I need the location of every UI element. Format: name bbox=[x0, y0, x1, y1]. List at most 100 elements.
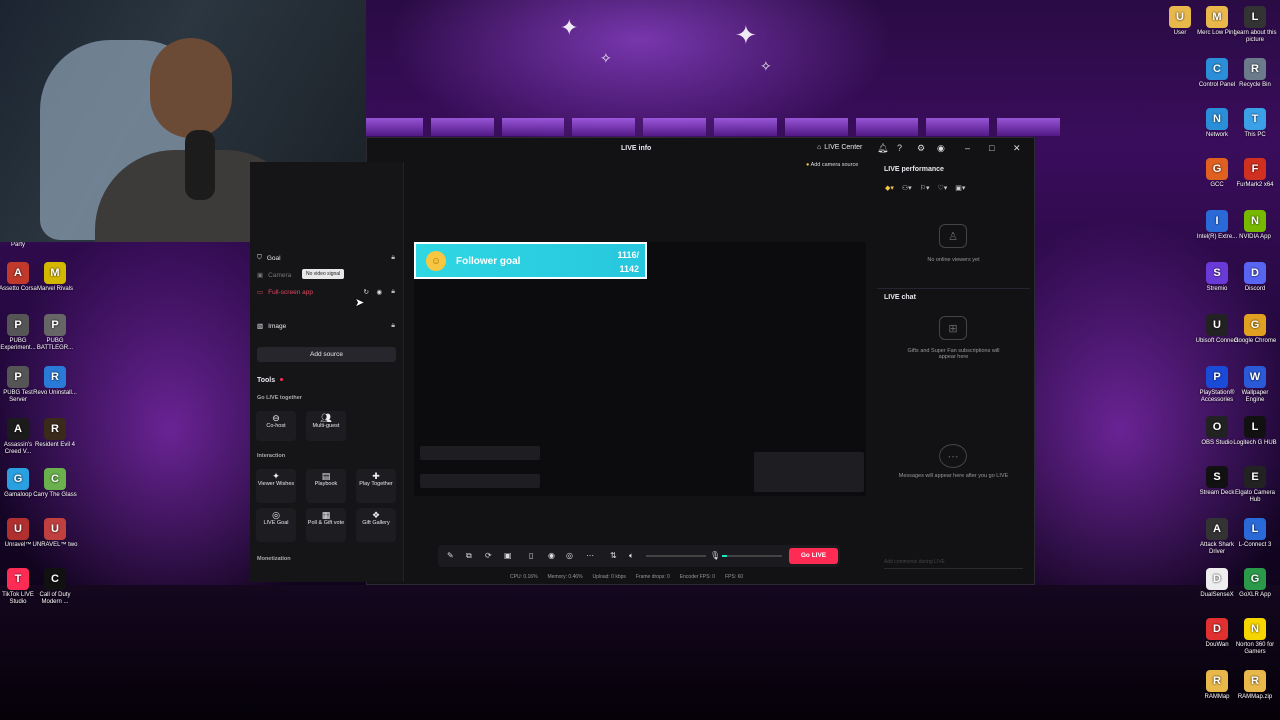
gift-icon[interactable]: ▣▾ bbox=[955, 184, 965, 192]
microphone bbox=[185, 130, 215, 200]
monitor-icon: ▭ bbox=[257, 289, 264, 296]
screen-icon[interactable]: ▣ bbox=[504, 551, 512, 560]
app-icon: D bbox=[1206, 618, 1228, 640]
lock-icon[interactable]: 🔒︎ bbox=[391, 254, 395, 262]
heart-icon[interactable]: ♡▾ bbox=[938, 184, 948, 192]
desktop-icon[interactable]: U UNRAVEL™ two bbox=[32, 518, 78, 549]
wallpaper-floor bbox=[0, 585, 1280, 720]
microphone-icon[interactable]: 🎙︎ bbox=[710, 551, 720, 560]
app-icon: C bbox=[44, 468, 66, 490]
tool-viewer-wishes[interactable]: ✦ Viewer Wishes bbox=[256, 469, 296, 503]
desktop-icon-label: Party bbox=[10, 242, 25, 248]
bulb-icon: ● bbox=[806, 162, 810, 168]
source-item-goal[interactable]: ⛉ Goal 🔒︎ bbox=[257, 252, 399, 264]
desktop-icon-label: Resident Evil 4 bbox=[34, 442, 76, 448]
desktop-icon[interactable]: M Marvel Rivals bbox=[32, 262, 78, 293]
source-item-full-screen-app[interactable]: ▭ Full-screen app ↻ ◉ 🔒︎ bbox=[257, 286, 399, 298]
tool-multi-guest[interactable]: 👥︎ Multi-guest bbox=[306, 411, 346, 441]
desktop-icon[interactable]: G Google Chrome bbox=[1232, 314, 1278, 345]
chat-input[interactable]: Add comments during LIVE bbox=[884, 559, 1023, 569]
medal-icon: ☺ bbox=[426, 251, 446, 271]
gear-icon[interactable]: ⚙ bbox=[917, 143, 925, 154]
desktop-icon-label: Discord bbox=[1244, 286, 1266, 292]
volume-slider[interactable] bbox=[646, 555, 706, 557]
desktop-icon[interactable]: R RAMMap.zip bbox=[1232, 670, 1278, 701]
effects-icon[interactable]: ⧉ bbox=[466, 551, 472, 561]
tool-live-goal[interactable]: ◎ LIVE Goal bbox=[256, 508, 296, 542]
phone-icon[interactable]: ▯ bbox=[529, 551, 533, 560]
desktop-icon[interactable]: R Revo Uninstall... bbox=[32, 366, 78, 397]
desktop-icon[interactable]: N NVIDIA App bbox=[1232, 210, 1278, 241]
app-icon: P bbox=[7, 314, 29, 336]
book-icon: ▤ bbox=[321, 471, 331, 481]
app-icon: R bbox=[1244, 670, 1266, 692]
follower-goal-widget[interactable]: ☺ Follower goal 1116/ 1142 bbox=[414, 242, 647, 279]
help-icon[interactable]: ? bbox=[897, 143, 902, 153]
desktop-icon[interactable]: R Recycle Bin bbox=[1232, 58, 1278, 89]
app-icon: C bbox=[44, 568, 66, 590]
source-label: Full-screen app bbox=[268, 288, 313, 296]
camera-icon: ▣ bbox=[257, 272, 264, 279]
app-icon: E bbox=[1244, 466, 1266, 488]
add-camera-source-button[interactable]: ● Add camera source bbox=[806, 162, 858, 168]
refresh-icon[interactable]: ↻ bbox=[364, 288, 369, 296]
desktop-icon[interactable]: L Learn about this picture bbox=[1232, 6, 1278, 44]
desktop-icon[interactable]: P PUBG BATTLEGR... bbox=[32, 314, 78, 352]
users-icon[interactable]: ⚇▾ bbox=[902, 184, 912, 192]
close-button[interactable]: ✕ bbox=[1013, 143, 1021, 154]
desktop-icon[interactable]: G GoXLR App bbox=[1232, 568, 1278, 599]
source-item-image[interactable]: ▧ Image 🔒︎ bbox=[257, 320, 399, 332]
more-icon[interactable]: ⋯ bbox=[586, 551, 594, 560]
avatar[interactable]: ◉ bbox=[937, 143, 945, 154]
desktop-icon-label: Call of Duty Modern ... bbox=[39, 592, 71, 605]
chat-empty-icon: ⋯ bbox=[939, 444, 967, 468]
bell-icon[interactable]: 🔔︎ bbox=[877, 143, 888, 154]
app-icon: T bbox=[7, 568, 29, 590]
tool-play-together[interactable]: ✚ Play Together bbox=[356, 469, 396, 503]
desktop-icon[interactable]: N Norton 360 for Gamers bbox=[1232, 618, 1278, 656]
sources-panel: ⛉ Goal 🔒︎ ▣ Camera ▭ Full-screen app ↻ ◉… bbox=[250, 162, 404, 582]
desktop-icon[interactable]: C Carry The Glass bbox=[32, 468, 78, 499]
app-icon: G bbox=[1244, 314, 1266, 336]
sliders-icon[interactable]: ⇅ bbox=[610, 551, 617, 560]
app-icon: G bbox=[7, 468, 29, 490]
app-icon: P bbox=[44, 314, 66, 336]
live-center-button[interactable]: ⌂ LIVE Center bbox=[817, 144, 862, 151]
magic-wand-icon[interactable]: ✎ bbox=[447, 551, 454, 560]
maximize-button[interactable]: □ bbox=[989, 143, 994, 153]
speaker-icon[interactable]: 🔈︎ bbox=[629, 551, 634, 561]
replay-icon[interactable]: ◎ bbox=[566, 551, 573, 560]
app-icon: U bbox=[7, 518, 29, 540]
tool-poll-gift-vote[interactable]: ▦ Poll & Gift vote bbox=[306, 508, 346, 542]
rotate-icon[interactable]: ⟳ bbox=[485, 551, 492, 560]
tool-playbook[interactable]: ▤ Playbook bbox=[306, 469, 346, 503]
desktop-icon[interactable]: T This PC bbox=[1232, 108, 1278, 139]
no-viewers-text: No online viewers yet bbox=[927, 257, 980, 263]
lock-icon[interactable]: 🔒︎ bbox=[391, 322, 395, 330]
add-source-button[interactable]: Add source bbox=[257, 347, 396, 362]
lock-icon[interactable]: 🔒︎ bbox=[391, 288, 395, 296]
stat-memory: Memory: 0.46% bbox=[547, 574, 583, 580]
go-live-button[interactable]: Go LIVE bbox=[789, 548, 838, 564]
record-icon[interactable]: ◉ bbox=[548, 551, 555, 560]
desktop-icon[interactable]: R Resident Evil 4 bbox=[32, 418, 78, 449]
share-icon[interactable]: ⚐▾ bbox=[920, 184, 930, 192]
desktop-icon[interactable]: F FurMark2 x64 bbox=[1232, 158, 1278, 189]
desktop-icon[interactable]: W Wallpaper Engine bbox=[1232, 366, 1278, 404]
tools-title: Tools bbox=[257, 377, 276, 384]
minimize-button[interactable]: – bbox=[965, 143, 970, 153]
desktop-icon[interactable]: L L-Connect 3 bbox=[1232, 518, 1278, 549]
mic-level-slider[interactable] bbox=[722, 555, 782, 557]
tool-gift-gallery[interactable]: ❖ Gift Gallery bbox=[356, 508, 396, 542]
desktop-icon[interactable]: L Logitech G HUB bbox=[1232, 416, 1278, 447]
desktop-icon[interactable]: D Discord bbox=[1232, 262, 1278, 293]
tool-co-host[interactable]: ⊖ Co-host bbox=[256, 411, 296, 441]
gifts-note: Gifts and Super Fan subscriptions will a… bbox=[907, 348, 1000, 360]
tool-label: Multi-guest bbox=[312, 423, 340, 429]
desktop-icon[interactable]: E Elgato Camera Hub bbox=[1232, 466, 1278, 504]
desktop-icon[interactable]: C Call of Duty Modern ... bbox=[32, 568, 78, 606]
goal-target: 1142 bbox=[619, 264, 639, 274]
diamond-icon[interactable]: ◆▾ bbox=[885, 184, 894, 192]
eye-icon[interactable]: ◉ bbox=[376, 288, 382, 296]
image-icon: ▧ bbox=[257, 323, 264, 330]
